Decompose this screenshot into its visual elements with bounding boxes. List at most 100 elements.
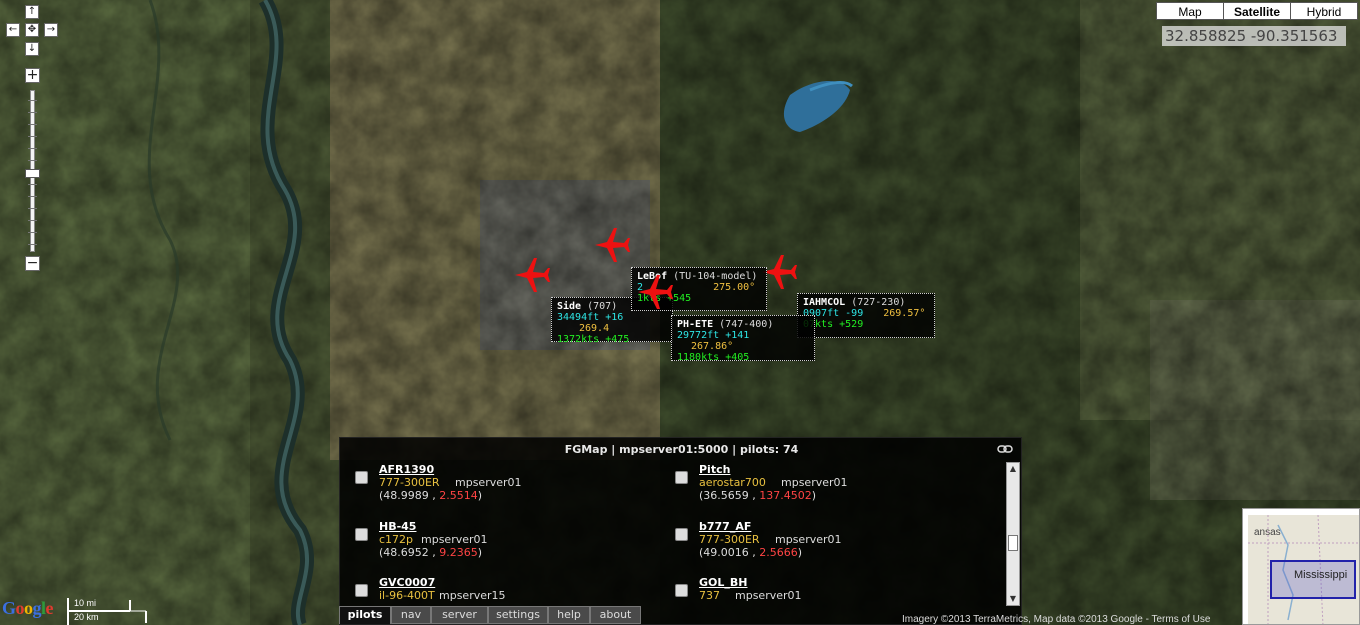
scroll-thumb[interactable] [1008, 535, 1018, 551]
zoom-tick [28, 220, 37, 221]
scale-upper-label: 10 mi [74, 598, 97, 608]
zoom-tick [28, 160, 37, 161]
pan-right-button[interactable]: → [44, 23, 58, 37]
aircraft-heading: 275.00° [713, 282, 756, 293]
coordinates-readout: 32.858825 -90.351563 [1162, 26, 1346, 46]
aircraft-model: (707) [587, 301, 618, 312]
pilot-checkbox[interactable] [355, 528, 368, 541]
pilot-entry[interactable]: GOL_BH 737 mpserver01 [675, 576, 975, 606]
pilot-aircraft: 737 [699, 589, 720, 602]
pilot-lat: 48.9989 [383, 489, 429, 502]
pilot-aircraft: 777-300ER [379, 476, 440, 489]
zoom-tick [28, 244, 37, 245]
pilot-checkbox[interactable] [675, 528, 688, 541]
pilot-aircraft: il-96-400T [379, 589, 435, 602]
pilots-scrollbar[interactable]: ▲ ▼ [1006, 462, 1020, 606]
satellite-map[interactable]: Map Satellite Hybrid 32.858825 -90.35156… [0, 0, 1360, 625]
pilot-aircraft: c172p [379, 533, 414, 546]
logo-letter: e [45, 598, 54, 618]
pilot-lat: 36.5659 [703, 489, 749, 502]
zoom-tick [28, 148, 37, 149]
pilot-checkbox[interactable] [675, 471, 688, 484]
pilot-entry[interactable]: b777_AF 777-300ER mpserver01 (49.0016 , … [675, 520, 975, 570]
pilot-position: (48.9989 , 2.5514) [379, 489, 483, 502]
pilot-aircraft: 777-300ER [699, 533, 760, 546]
aircraft-model: (747-400) [719, 319, 774, 330]
google-logo[interactable]: Google [2, 598, 54, 619]
pan-left-button[interactable]: ← [6, 23, 20, 37]
panel-title: FGMap | mpserver01:5000 | pilots: 74 [564, 443, 799, 456]
aircraft-heading: 269.4 [579, 323, 610, 334]
scroll-up-icon[interactable]: ▲ [1007, 463, 1019, 475]
aircraft-callsign: PH-ETE [677, 319, 714, 330]
aircraft-speed: 1180kts [677, 352, 720, 363]
tab-pilots[interactable]: pilots [339, 606, 391, 624]
aircraft-label[interactable]: IAHMCOL (727-230) 0907ft -99 269.57° 07k… [797, 293, 935, 338]
scroll-down-icon[interactable]: ▼ [1007, 593, 1019, 605]
tab-help[interactable]: help [548, 606, 590, 624]
aircraft-climb: +141 [725, 330, 750, 341]
pilot-callsign[interactable]: GOL_BH [699, 576, 747, 589]
map-type-map-button[interactable]: Map [1156, 2, 1224, 20]
pilot-callsign[interactable]: AFR1390 [379, 463, 434, 476]
airplane-icon[interactable] [513, 255, 553, 295]
tab-about[interactable]: about [590, 606, 641, 624]
zoom-tick [28, 136, 37, 137]
zoom-in-button[interactable]: + [25, 68, 40, 83]
overview-region-label: Mississippi [1294, 569, 1348, 581]
map-type-satellite-button[interactable]: Satellite [1223, 2, 1291, 20]
pan-center-button[interactable]: ✥ [25, 23, 39, 37]
pilot-aircraft: aerostar700 [699, 476, 766, 489]
pilot-lon: 137.4502 [759, 489, 812, 502]
pilot-callsign[interactable]: GVC0007 [379, 576, 435, 589]
pilot-checkbox[interactable] [355, 471, 368, 484]
overview-map[interactable]: ansas Mississippi [1242, 508, 1360, 625]
pilot-lon: 2.5514 [439, 489, 478, 502]
pilot-entry[interactable]: AFR1390 777-300ER mpserver01 (48.9989 , … [355, 463, 655, 513]
zoom-slider-handle[interactable] [25, 169, 40, 178]
zoom-tick [28, 100, 37, 101]
airplane-icon[interactable] [593, 225, 633, 265]
pilots-panel: FGMap | mpserver01:5000 | pilots: 74 AFR… [339, 437, 1022, 625]
link-icon[interactable] [997, 444, 1013, 454]
map-type-hybrid-button[interactable]: Hybrid [1290, 2, 1358, 20]
zoom-tick [28, 124, 37, 125]
aircraft-altitude: 29772ft [677, 330, 720, 341]
aircraft-climb: -99 [845, 308, 864, 319]
airplane-icon[interactable] [636, 272, 676, 312]
pilot-callsign[interactable]: Pitch [699, 463, 730, 476]
pilot-entry[interactable]: Pitch aerostar700 mpserver01 (36.5659 , … [675, 463, 975, 513]
pilot-entry[interactable]: GVC0007 il-96-400T mpserver15 [355, 576, 655, 606]
zoom-tick [28, 232, 37, 233]
pilot-server: mpserver01 [781, 476, 848, 489]
overview-map-image: ansas Mississippi [1248, 515, 1359, 624]
pilot-server: mpserver01 [775, 533, 842, 546]
aircraft-label[interactable]: PH-ETE (747-400) 29772ft +141 267.86° 11… [671, 315, 815, 363]
pilot-lon: 9.2365 [439, 546, 478, 559]
tab-server[interactable]: server [431, 606, 488, 624]
pan-down-button[interactable]: ↓ [25, 42, 39, 56]
pilot-entry[interactable]: HB-45 c172p mpserver01 (48.6952 , 9.2365… [355, 520, 655, 570]
pilot-server: mpserver15 [439, 589, 506, 602]
zoom-out-button[interactable]: − [25, 256, 40, 271]
aircraft-speed: 1372kts [557, 334, 600, 345]
pilot-callsign[interactable]: HB-45 [379, 520, 416, 533]
zoom-tick [28, 196, 37, 197]
tab-settings[interactable]: settings [488, 606, 548, 624]
pan-up-button[interactable]: ↑ [25, 5, 39, 19]
aircraft-climb: +16 [605, 312, 624, 323]
pilot-lat: 48.6952 [383, 546, 429, 559]
pilot-checkbox[interactable] [675, 584, 688, 597]
tab-nav[interactable]: nav [391, 606, 431, 624]
pilot-server: mpserver01 [455, 476, 522, 489]
scale-lower-label: 20 km [74, 612, 99, 622]
pilot-callsign[interactable]: b777_AF [699, 520, 751, 533]
pilot-position: (48.6952 , 9.2365) [379, 546, 483, 559]
pilot-checkbox[interactable] [355, 584, 368, 597]
pilot-server: mpserver01 [421, 533, 488, 546]
aircraft-altitude: 34494ft [557, 312, 600, 323]
map-copyright: Imagery ©2013 TerraMetrics, Map data ©20… [902, 614, 1211, 625]
logo-letter: g [32, 598, 42, 618]
aircraft-model: (727-230) [851, 297, 906, 308]
aircraft-speed-delta: +405 [725, 352, 750, 363]
